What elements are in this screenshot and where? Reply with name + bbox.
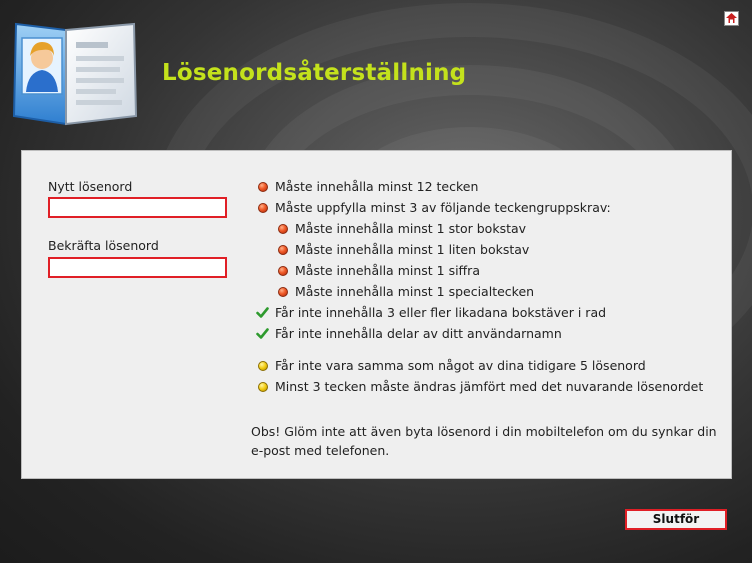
password-panel: Nytt lösenord Bekräfta lösenord Måste in… xyxy=(21,150,732,479)
requirement-item: Måste innehålla minst 12 tecken xyxy=(275,179,479,194)
finish-button[interactable]: Slutför xyxy=(625,509,727,530)
page-title: Lösenordsåterställning xyxy=(162,60,467,86)
red-status-icon xyxy=(278,287,288,297)
requirement-item: Får inte innehålla delar av ditt använda… xyxy=(275,326,562,341)
requirement-item: Måste innehålla minst 1 stor bokstav xyxy=(295,221,527,236)
requirement-item: Måste uppfylla minst 3 av följande tecke… xyxy=(275,200,611,215)
requirement-item: Måste innehålla minst 1 liten bokstav xyxy=(295,242,530,257)
help-icon[interactable] xyxy=(724,11,739,26)
red-status-icon xyxy=(278,245,288,255)
new-password-label: Nytt lösenord xyxy=(48,179,133,194)
red-status-icon xyxy=(258,203,268,213)
contact-card-icon xyxy=(10,20,138,128)
requirement-item: Får inte innehålla 3 eller fler likadana… xyxy=(275,305,607,320)
requirement-item: Måste innehålla minst 1 specialtecken xyxy=(295,284,535,299)
confirm-password-input[interactable] xyxy=(48,257,227,278)
requirement-item: Minst 3 tecken måste ändras jämfört med … xyxy=(275,379,704,394)
red-status-icon xyxy=(278,266,288,276)
red-status-icon xyxy=(278,224,288,234)
check-icon xyxy=(256,307,269,318)
yellow-status-icon xyxy=(258,361,268,371)
confirm-password-label: Bekräfta lösenord xyxy=(48,238,159,253)
check-icon xyxy=(256,328,269,339)
yellow-status-icon xyxy=(258,382,268,392)
requirement-item: Måste innehålla minst 1 siffra xyxy=(295,263,480,278)
requirement-item: Får inte vara samma som något av dina ti… xyxy=(275,358,646,373)
sync-note: Obs! Glöm inte att även byta lösenord i … xyxy=(251,424,717,458)
red-status-icon xyxy=(258,182,268,192)
new-password-input[interactable] xyxy=(48,197,227,218)
